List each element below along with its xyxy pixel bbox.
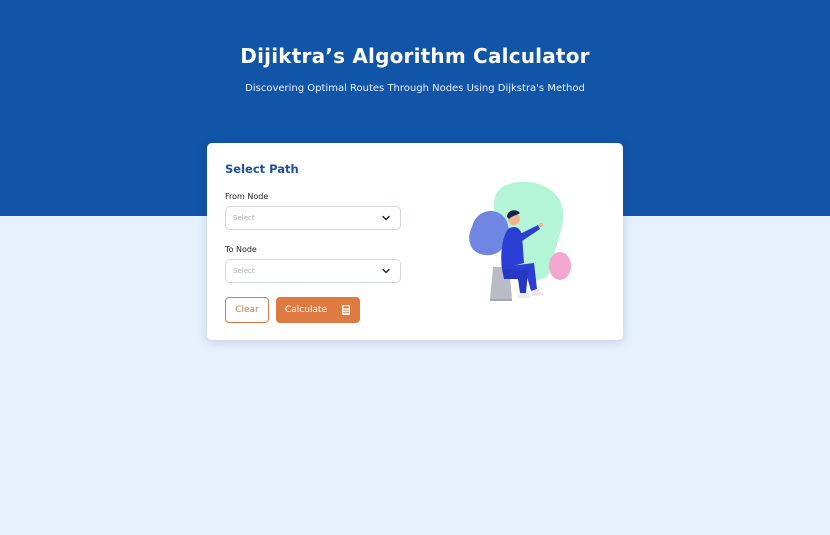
select-path-card: Select Path From Node Select To Node Sel… <box>207 143 623 340</box>
to-node-select[interactable]: Select <box>225 259 401 283</box>
clear-button[interactable]: Clear <box>225 297 269 323</box>
card-title: Select Path <box>225 162 299 176</box>
page-subtitle: Discovering Optimal Routes Through Nodes… <box>245 83 585 94</box>
chevron-down-icon <box>382 268 390 274</box>
to-node-label: To Node <box>225 245 257 254</box>
from-node-label: From Node <box>225 192 269 201</box>
chevron-down-icon <box>382 215 390 221</box>
person-pointing-illustration <box>469 181 571 301</box>
calculator-icon <box>342 305 350 315</box>
clear-button-label: Clear <box>235 305 259 315</box>
calculate-button[interactable]: Calculate <box>276 297 360 323</box>
from-node-select-value: Select <box>233 214 255 222</box>
to-node-select-value: Select <box>233 267 255 275</box>
from-node-select[interactable]: Select <box>225 206 401 230</box>
page-title: Dijiktra’s Algorithm Calculator <box>240 44 590 68</box>
calculate-button-label: Calculate <box>285 305 328 315</box>
